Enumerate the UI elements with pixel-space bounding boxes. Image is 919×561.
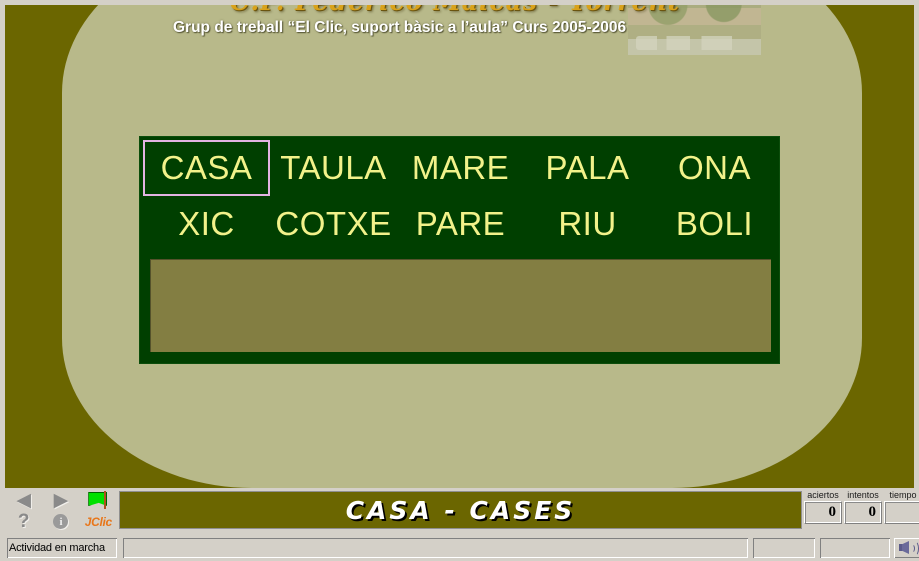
- counters-group: aciertos 0 intentos 0 tiempo: [804, 488, 919, 532]
- speaker-cone: [902, 541, 909, 554]
- word-cell-ona[interactable]: ONA: [651, 140, 778, 196]
- audio-toggle-button[interactable]: [894, 538, 919, 558]
- counter-aciertos-label: aciertos: [807, 490, 839, 500]
- school-subtitle: Grup de treball “El Clic, suport bàsic a…: [173, 19, 627, 36]
- message-bar: CASA - CASES: [119, 491, 802, 529]
- question-mark-icon: ?: [17, 511, 30, 532]
- word-cell-boli[interactable]: BOLI: [651, 196, 778, 252]
- counter-intentos-value: 0: [844, 501, 882, 524]
- progress-bar-tertiary: [820, 538, 890, 558]
- answer-drop-zone[interactable]: [150, 259, 771, 352]
- word-cell-cotxe[interactable]: COTXE: [270, 196, 397, 252]
- word-cell-taula[interactable]: TAULA: [270, 140, 397, 196]
- counter-tiempo: tiempo: [884, 489, 919, 524]
- status-bar: Actividad en marcha: [5, 532, 919, 561]
- info-button[interactable]: i: [46, 512, 76, 532]
- restart-activity-button[interactable]: [83, 491, 113, 511]
- arrow-left-icon: ◀: [16, 490, 31, 511]
- header-banner: C.P. Federico Maicas - Torrent Grup de t…: [155, 0, 775, 55]
- jclic-window: C.P. Federico Maicas - Torrent Grup de t…: [0, 0, 919, 561]
- word-cell-mare[interactable]: MARE: [397, 140, 524, 196]
- counter-aciertos-value: 0: [804, 501, 842, 524]
- jclic-chrome: ◀ ▶ ? i JClic CASA - CASES aciertos 0 in…: [0, 488, 919, 561]
- counter-tiempo-label: tiempo: [889, 490, 917, 500]
- word-cell-pala[interactable]: PALA: [524, 140, 651, 196]
- speaker-icon: [899, 541, 919, 556]
- arrow-right-icon: ▶: [53, 490, 69, 511]
- counter-aciertos: aciertos 0: [804, 489, 842, 524]
- previous-activity-button[interactable]: ◀: [9, 491, 39, 511]
- speaker-wave-outer: [911, 541, 919, 556]
- counter-tiempo-value: [884, 501, 919, 524]
- flag-pole: [104, 491, 107, 509]
- message-text: CASA - CASES: [345, 495, 576, 525]
- next-activity-button[interactable]: ▶: [46, 491, 76, 511]
- progress-bar-secondary: [753, 538, 815, 558]
- chrome-main-row: ◀ ▶ ? i JClic CASA - CASES aciertos 0 in…: [5, 488, 919, 532]
- jclic-logo-text: JClic: [84, 514, 112, 529]
- activity-panel: CASA TAULA MARE PALA ONA XIC COTXE PARE …: [139, 136, 780, 364]
- progress-bar-main: [123, 538, 748, 558]
- help-button[interactable]: ?: [9, 512, 39, 532]
- counter-intentos: intentos 0: [844, 489, 882, 524]
- word-grid: CASA TAULA MARE PALA ONA XIC COTXE PARE …: [143, 140, 778, 252]
- word-cell-xic[interactable]: XIC: [143, 196, 270, 252]
- word-cell-pare[interactable]: PARE: [397, 196, 524, 252]
- word-cell-riu[interactable]: RIU: [524, 196, 651, 252]
- player-toolbar: ◀ ▶ ? i JClic: [5, 488, 117, 532]
- info-icon: i: [53, 514, 69, 529]
- activity-canvas-background: C.P. Federico Maicas - Torrent Grup de t…: [5, 5, 914, 488]
- activity-canvas: C.P. Federico Maicas - Torrent Grup de t…: [0, 0, 919, 488]
- school-title: C.P. Federico Maicas - Torrent: [229, 0, 681, 16]
- jclic-logo-button[interactable]: JClic: [83, 512, 113, 532]
- counter-intentos-label: intentos: [847, 490, 879, 500]
- word-cell-casa[interactable]: CASA: [143, 140, 270, 196]
- status-message: Actividad en marcha: [7, 538, 117, 558]
- flag-icon: [87, 491, 109, 510]
